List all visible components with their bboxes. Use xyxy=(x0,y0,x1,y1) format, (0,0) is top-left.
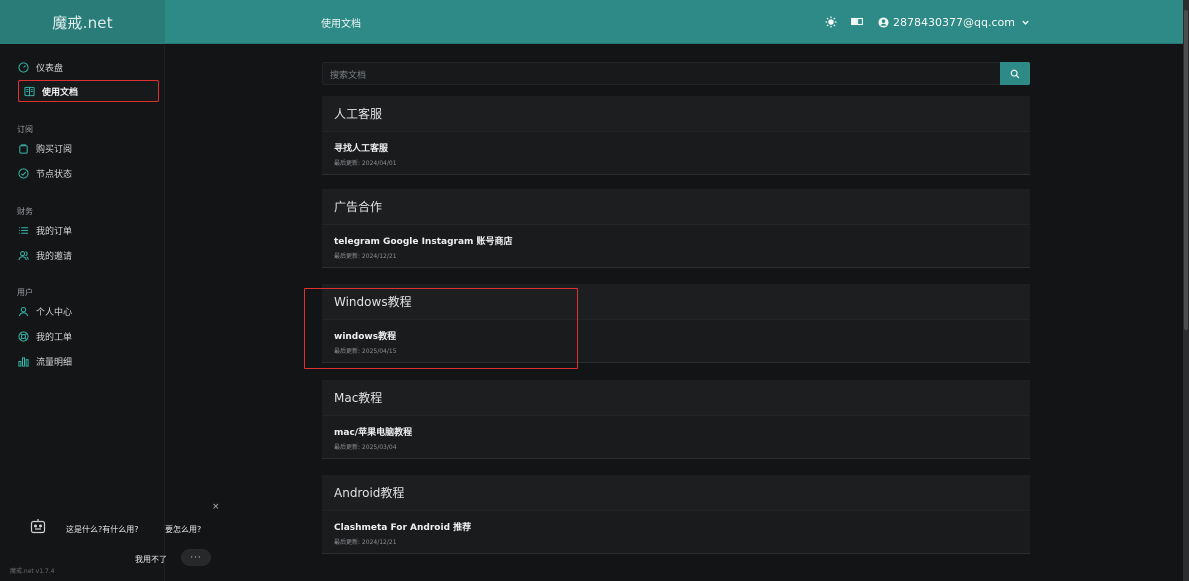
doc-title: mac/苹果电脑教程 xyxy=(334,428,413,438)
sidebar-section-user: 用户 xyxy=(17,288,33,297)
sidebar-item-label: 流量明细 xyxy=(36,357,73,368)
robot-icon[interactable] xyxy=(30,518,46,534)
category-title: 人工客服 xyxy=(322,96,1030,132)
dashboard-gauge-icon xyxy=(17,61,29,73)
category-card: 人工客服 寻找人工客服 最后更新: 2024/04/01 xyxy=(322,96,1030,175)
doc-updated: 最后更新: 2024/12/21 xyxy=(334,539,397,546)
category-title: Android教程 xyxy=(322,475,1030,511)
doc-updated: 最后更新: 2024/12/21 xyxy=(334,253,397,260)
bar-chart-icon xyxy=(17,355,29,367)
user-circle-icon xyxy=(877,16,889,28)
sidebar-item-label: 我的工单 xyxy=(36,332,73,343)
helper-cant-use[interactable]: 我用不了 xyxy=(135,554,167,565)
doc-item[interactable]: mac/苹果电脑教程 最后更新: 2025/03/04 xyxy=(322,416,1030,458)
app-root: 魔戒.net 使用文档 2878430377@qq.com 仪表盘 使用文档 订… xyxy=(0,0,1189,581)
sidebar-item-my-invites[interactable]: 我的邀请 xyxy=(17,244,72,266)
shopping-bag-icon xyxy=(17,142,29,154)
page-scrollbar[interactable] xyxy=(1183,0,1189,581)
category-card: Mac教程 mac/苹果电脑教程 最后更新: 2025/03/04 xyxy=(322,380,1030,459)
category-card: 广告合作 telegram Google Instagram 账号商店 最后更新… xyxy=(322,189,1030,268)
category-card: Android教程 Clashmeta For Android 推荐 最后更新:… xyxy=(322,475,1030,554)
sidebar: 仪表盘 使用文档 订阅 购买订阅 节点状态 财务 我的订单 我的邀请 用户 个人… xyxy=(0,44,165,581)
scrollbar-thumb[interactable] xyxy=(1184,10,1188,330)
book-icon xyxy=(23,85,35,97)
doc-updated: 最后更新: 2025/03/04 xyxy=(334,444,397,451)
language-icon[interactable] xyxy=(851,16,863,28)
user-icon xyxy=(17,305,29,317)
highlight-box xyxy=(304,288,578,369)
chevron-down-icon xyxy=(1019,16,1031,28)
user-menu[interactable]: 2878430377@qq.com xyxy=(877,16,1031,29)
doc-search xyxy=(322,62,1030,87)
category-title: Mac教程 xyxy=(322,380,1030,416)
sidebar-section-subscription: 订阅 xyxy=(17,125,33,134)
doc-title: Clashmeta For Android 推荐 xyxy=(334,523,472,533)
helper-close-icon[interactable]: × xyxy=(212,502,220,512)
brand-text: 魔戒.net xyxy=(52,13,113,32)
check-circle-icon xyxy=(17,167,29,179)
sidebar-item-label: 仪表盘 xyxy=(36,63,64,74)
search-input[interactable] xyxy=(323,65,999,87)
sidebar-item-label: 节点状态 xyxy=(36,169,73,180)
sidebar-item-my-orders[interactable]: 我的订单 xyxy=(17,219,72,241)
sidebar-item-label: 我的订单 xyxy=(36,226,73,237)
sidebar-item-label: 使用文档 xyxy=(42,87,79,98)
sidebar-section-finance: 财务 xyxy=(17,207,33,216)
sidebar-item-buy-subscription[interactable]: 购买订阅 xyxy=(17,137,72,159)
users-icon xyxy=(17,249,29,261)
doc-title: telegram Google Instagram 账号商店 xyxy=(334,237,513,247)
sidebar-item-label: 我的邀请 xyxy=(36,251,73,262)
app-version: 魔戒.net v1.7.4 xyxy=(10,568,55,575)
helper-more-button[interactable]: ··· xyxy=(181,549,211,566)
sidebar-item-traffic[interactable]: 流量明细 xyxy=(17,350,72,372)
search-button[interactable] xyxy=(1000,62,1030,85)
search-icon xyxy=(1010,69,1020,78)
user-email: 2878430377@qq.com xyxy=(893,15,1015,29)
page-title: 使用文档 xyxy=(321,18,361,30)
doc-item[interactable]: 寻找人工客服 最后更新: 2024/04/01 xyxy=(322,132,1030,174)
brand-logo[interactable]: 魔戒.net xyxy=(0,0,165,44)
list-icon xyxy=(17,224,29,236)
top-bar: 魔戒.net 使用文档 2878430377@qq.com xyxy=(0,0,1183,44)
sidebar-item-docs[interactable]: 使用文档 xyxy=(18,80,159,102)
sidebar-item-node-status[interactable]: 节点状态 xyxy=(17,162,72,184)
sidebar-item-tickets[interactable]: 我的工单 xyxy=(17,325,72,347)
sidebar-item-profile[interactable]: 个人中心 xyxy=(17,300,72,322)
helper-question-how[interactable]: 要怎么用? xyxy=(165,524,201,535)
sidebar-item-dashboard[interactable]: 仪表盘 xyxy=(17,56,63,78)
support-ring-icon xyxy=(17,330,29,342)
doc-item[interactable]: Clashmeta For Android 推荐 最后更新: 2024/12/2… xyxy=(322,511,1030,553)
category-title: 广告合作 xyxy=(322,189,1030,225)
sidebar-item-label: 购买订阅 xyxy=(36,144,73,155)
doc-updated: 最后更新: 2024/04/01 xyxy=(334,160,397,167)
top-actions: 2878430377@qq.com xyxy=(825,0,1031,44)
doc-item[interactable]: telegram Google Instagram 账号商店 最后更新: 202… xyxy=(322,225,1030,267)
helper-question-what[interactable]: 这是什么?有什么用? xyxy=(66,524,139,535)
sidebar-item-label: 个人中心 xyxy=(36,307,73,318)
doc-title: 寻找人工客服 xyxy=(334,144,389,154)
theme-toggle-icon[interactable] xyxy=(825,16,837,28)
